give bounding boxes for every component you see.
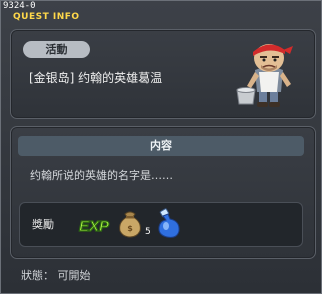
quest-type-tag: 活動 [23,41,90,58]
exp-icon: EXP [78,217,110,235]
quest-description: 约翰所说的英雄的名字是…… [30,169,173,182]
reward-label: 獎勵 [32,218,54,231]
quest-name: [金银岛] 约翰的英雄葛温 [29,71,163,85]
quest-info-window: 9324-0 QUEST INFO 活動 [金银岛] 约翰的英雄葛温 内容 约翰… [0,0,322,294]
svg-text:EXP: EXP [79,218,110,235]
potion-icon[interactable] [154,208,184,240]
svg-text:$: $ [127,224,133,233]
content-section-header: 内容 [18,136,304,156]
window-id: 9324-0 [3,1,36,11]
money-bag-quantity: 5 [145,227,151,237]
window-title: QUEST INFO [13,12,80,22]
bucket-icon [236,87,256,105]
quest-summary-panel: 活動 [金银岛] 约翰的英雄葛温 [10,29,316,119]
money-bag-icon[interactable]: $ [115,208,145,238]
npc-portrait [236,44,293,107]
quest-status: 狀態： 可開始 [21,269,91,282]
reward-box: 獎勵 EXP $ 5 [19,202,303,247]
quest-detail-panel: 内容 约翰所说的英雄的名字是…… 獎勵 EXP $ 5 [10,126,316,259]
